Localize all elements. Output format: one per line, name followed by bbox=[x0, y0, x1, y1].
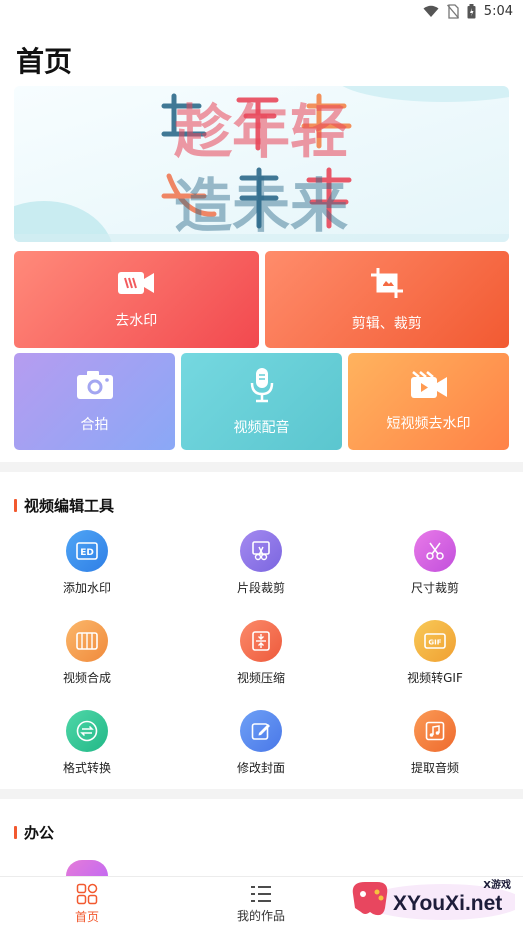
section-title-video-tools: 视频编辑工具 bbox=[14, 495, 114, 516]
tool-label: 添加水印 bbox=[62, 581, 111, 595]
tool-format-convert[interactable]: 格式转换 bbox=[0, 710, 174, 776]
tool-icon-circle bbox=[66, 710, 108, 752]
no-sim-icon bbox=[446, 4, 459, 19]
status-icons: 5:04 bbox=[423, 4, 513, 19]
section-accent-bar bbox=[14, 499, 17, 512]
tool-edit-cover[interactable]: 修改封面 bbox=[174, 710, 348, 776]
clapper-video-icon bbox=[410, 370, 447, 398]
nav-label: 我的作品 bbox=[236, 909, 285, 923]
status-time: 5:04 bbox=[483, 4, 513, 19]
watermark-icon: ED bbox=[76, 542, 98, 560]
compress-icon bbox=[252, 631, 270, 651]
tool-label: 视频合成 bbox=[62, 671, 111, 685]
tool-video-compress[interactable]: 视频压缩 bbox=[174, 620, 348, 686]
scissors-clip-icon bbox=[252, 541, 270, 561]
microphone-icon bbox=[250, 367, 273, 402]
tool-icon-circle bbox=[414, 710, 456, 752]
section-title-text: 办公 bbox=[24, 824, 55, 842]
section-title-text: 视频编辑工具 bbox=[24, 497, 115, 515]
office-tool-icon-partial[interactable] bbox=[66, 860, 108, 876]
home-grid-icon bbox=[76, 883, 98, 905]
status-bar: 5:04 bbox=[0, 0, 523, 26]
gif-icon: GIF bbox=[424, 633, 446, 649]
tile-label: 合拍 bbox=[80, 416, 109, 433]
section-divider bbox=[0, 462, 523, 472]
nav-label: 首页 bbox=[74, 910, 99, 924]
crop-icon bbox=[370, 267, 403, 298]
tile-label: 短视频去水印 bbox=[386, 415, 471, 432]
section-divider bbox=[0, 789, 523, 799]
merge-icon bbox=[76, 632, 98, 650]
tool-icon-circle bbox=[240, 620, 282, 662]
tool-clip-trim[interactable]: 片段裁剪 bbox=[174, 530, 348, 596]
convert-icon bbox=[76, 720, 98, 742]
tool-icon-circle bbox=[240, 710, 282, 752]
tile-edit-crop[interactable]: 剪辑、裁剪 bbox=[264, 251, 509, 348]
banner-line-1: 趁年轻 bbox=[174, 98, 348, 166]
feature-row-primary: 去水印 剪辑、裁剪 bbox=[14, 251, 509, 348]
edit-cover-icon bbox=[251, 723, 270, 740]
feature-row-secondary: 合拍 视频配音 短视频去水印 bbox=[14, 353, 509, 450]
video-tools-grid: ED 添加水印 片段裁剪 尺寸裁剪 视频合成 视频压缩 GIF 视频转GIF 格… bbox=[0, 530, 523, 776]
section-title-office: 办公 bbox=[14, 822, 54, 843]
tool-icon-circle bbox=[414, 530, 456, 572]
banner-artwork: 趁年轻 造未来 bbox=[14, 86, 509, 242]
tool-label: 视频转GIF bbox=[407, 671, 463, 685]
list-icon bbox=[251, 886, 271, 902]
tool-label: 尺寸裁剪 bbox=[410, 581, 459, 595]
tool-icon-circle bbox=[240, 530, 282, 572]
music-note-icon bbox=[425, 721, 445, 741]
svg-text:GIF: GIF bbox=[428, 639, 441, 647]
tool-size-crop[interactable]: 尺寸裁剪 bbox=[348, 530, 522, 596]
tool-icon-circle: ED bbox=[66, 530, 108, 572]
battery-icon bbox=[467, 4, 476, 19]
tool-icon-circle: GIF bbox=[414, 620, 456, 662]
banner-line-2: 造未来 bbox=[174, 172, 348, 240]
page-title: 首页 bbox=[16, 45, 73, 78]
section-accent-bar bbox=[14, 826, 17, 839]
tool-label: 视频压缩 bbox=[236, 671, 285, 685]
tool-label: 片段裁剪 bbox=[236, 581, 285, 595]
scissors-icon bbox=[426, 542, 444, 560]
site-watermark: X游戏 XYouXi.net bbox=[343, 872, 523, 928]
video-remove-watermark-icon bbox=[118, 271, 155, 294]
nav-home[interactable]: 首页 bbox=[0, 877, 174, 931]
wifi-icon bbox=[423, 5, 439, 17]
tool-label: 提取音频 bbox=[410, 761, 459, 775]
tool-label: 修改封面 bbox=[236, 761, 285, 775]
tile-collab[interactable]: 合拍 bbox=[14, 353, 175, 450]
watermark-sub: X游戏 bbox=[483, 880, 511, 891]
tool-add-watermark[interactable]: ED 添加水印 bbox=[0, 530, 174, 596]
tool-video-merge[interactable]: 视频合成 bbox=[0, 620, 174, 686]
camera-icon bbox=[76, 370, 113, 399]
watermark-brand: XYouXi.net bbox=[393, 892, 503, 915]
tool-icon-circle bbox=[66, 620, 108, 662]
svg-text:ED: ED bbox=[80, 548, 94, 558]
tile-label: 去水印 bbox=[115, 312, 158, 329]
tile-short-video-remove-watermark[interactable]: 短视频去水印 bbox=[348, 353, 509, 450]
tile-label: 剪辑、裁剪 bbox=[351, 315, 422, 332]
tool-video-to-gif[interactable]: GIF 视频转GIF bbox=[348, 620, 522, 686]
tool-label: 格式转换 bbox=[62, 761, 111, 775]
promo-banner[interactable]: 趁年轻 造未来 bbox=[14, 86, 509, 242]
tile-label: 视频配音 bbox=[233, 419, 290, 436]
tile-remove-watermark[interactable]: 去水印 bbox=[14, 251, 259, 348]
tile-dubbing[interactable]: 视频配音 bbox=[181, 353, 342, 450]
tool-extract-audio[interactable]: 提取音频 bbox=[348, 710, 522, 776]
nav-my-works[interactable]: 我的作品 bbox=[174, 877, 348, 931]
